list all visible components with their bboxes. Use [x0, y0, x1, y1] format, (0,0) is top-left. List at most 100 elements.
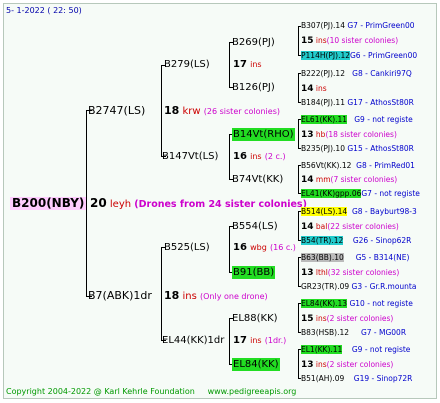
- gen1-info-upper: 18 krw (26 sister colonies): [164, 104, 280, 118]
- gen4-queen[interactable]: P114H(PJ).12: [301, 51, 350, 60]
- gen4-ref: G7 - not registe: [361, 189, 420, 198]
- gen1-unit: krw: [182, 106, 201, 117]
- gen4-age: 13: [301, 268, 314, 278]
- gen2-info: 16 wbg (16 c.): [233, 241, 296, 254]
- gen3-queen[interactable]: B554(LS): [232, 220, 278, 233]
- gen2-queen[interactable]: B525(LS): [164, 241, 210, 254]
- gen2-queen[interactable]: EL44(KK)1dr: [162, 334, 224, 347]
- gen4-queen[interactable]: B83(HSB).12: [301, 328, 349, 337]
- gen4-unit: ins: [315, 314, 327, 323]
- gen3-bracket-5: [298, 211, 299, 241]
- gen4-ref: G9 - not registe: [354, 115, 413, 124]
- root-queen[interactable]: B200(NBY): [10, 197, 87, 210]
- gen4-ref: G17 - AthosSt80R: [347, 98, 414, 107]
- gen4-ref: G8 - Cankiri97Q: [352, 69, 412, 78]
- gen4-row: 15 ins(10 sister colonies): [301, 34, 398, 48]
- gen4-queen[interactable]: B307(PJ).14: [301, 21, 345, 30]
- gen4-queen[interactable]: EL84(KK).13: [301, 299, 348, 308]
- gen1-age: 18: [164, 289, 180, 302]
- gen4-queen[interactable]: B54(TR).12: [301, 236, 344, 245]
- gen4-note: (2 sister colonies): [326, 314, 394, 323]
- gen3-queen[interactable]: EL84(KK): [232, 358, 280, 371]
- gen4-unit: ins: [315, 36, 327, 45]
- gen4-row: B514(LS).14 G8 - Bayburt98-3: [301, 205, 417, 218]
- gen3-queen[interactable]: B269(PJ): [232, 36, 275, 49]
- gen1-note: (26 sister colonies): [203, 107, 280, 116]
- gen2-info: 17 ins (1dr.): [233, 334, 286, 347]
- gen4-note: (18 sister colonies): [325, 130, 397, 139]
- gen4-unit: ins: [315, 360, 327, 369]
- gen4-ref: G7 - MG00R: [360, 328, 407, 337]
- gen4-queen[interactable]: B56Vt(KK).12: [301, 161, 351, 170]
- gen4-age: 14: [301, 175, 314, 185]
- gen4-age: 15: [301, 314, 314, 324]
- gen4-queen[interactable]: B63(BB).10: [301, 253, 344, 262]
- gen4-row: B63(BB).10 G5 - B314(NE): [301, 251, 409, 264]
- gen2-info: 17 ins: [233, 58, 262, 71]
- gen4-row: B222(PJ).12 G8 - Cankiri97Q: [301, 67, 412, 80]
- gen2-bracket-2: [229, 134, 230, 180]
- gen4-unit: bal: [315, 222, 328, 231]
- gen4-unit: lthl: [315, 268, 328, 277]
- gen3-bracket-2: [298, 73, 299, 103]
- gen2-note: (1dr.): [264, 336, 287, 345]
- footer: Copyright 2004-2022 @ Karl Kehrle Founda…: [6, 385, 296, 398]
- gen3-queen[interactable]: B74Vt(KK): [232, 173, 283, 186]
- root-note: (Drones from 24 sister colonies): [134, 199, 307, 210]
- gen4-row: 15 ins(2 sister colonies): [301, 312, 393, 326]
- gen4-row: B54(TR).12 G26 - Sinop62R: [301, 234, 411, 247]
- site-link[interactable]: www.pedigreeapis.org: [208, 387, 297, 396]
- gen3-bracket-4: [298, 165, 299, 194]
- gen4-row: B235(PJ).10 G15 - AthosSt80R: [301, 142, 414, 155]
- copyright-text: Copyright 2004-2022 @ Karl Kehrle Founda…: [6, 387, 195, 396]
- gen2-age: 16: [233, 242, 247, 253]
- gen2-queen[interactable]: B147Vt(LS): [162, 150, 218, 163]
- gen4-queen[interactable]: B184(PJ).11: [301, 98, 345, 107]
- gen4-row: 13 lthl(32 sister colonies): [301, 266, 399, 280]
- gen2-unit: ins: [250, 60, 262, 69]
- gen4-row: 14 mm(7 sister colonies): [301, 173, 397, 187]
- gen4-row: EL41(KK)gpp.06G7 - not registe: [301, 187, 420, 200]
- root-mark: h: [124, 199, 132, 210]
- gen4-row: B184(PJ).11 G17 - AthosSt80R: [301, 96, 414, 109]
- gen1-queen-lower[interactable]: B7(ABK)1dr: [88, 289, 152, 302]
- gen4-row: 13 ins(2 sister colonies): [301, 358, 393, 372]
- gen4-unit: ins: [315, 84, 327, 93]
- gen4-age: 15: [301, 36, 314, 46]
- gen3-queen[interactable]: B91(BB): [232, 266, 276, 279]
- gen4-age: 13: [301, 360, 314, 370]
- gen2-age: 17: [233, 59, 247, 70]
- gen4-queen[interactable]: B514(LS).14: [301, 207, 348, 216]
- root-unit: ley: [109, 199, 125, 210]
- gen3-queen[interactable]: B14Vt(RHO): [232, 128, 295, 141]
- gen4-ref: G8 - Bayburt98-3: [351, 207, 417, 216]
- gen3-bracket-1: [298, 26, 299, 56]
- gen4-queen[interactable]: EL61(KK).11: [301, 115, 348, 124]
- gen4-ref: G7 - PrimGreen00: [347, 21, 415, 30]
- gen4-note: (2 sister colonies): [326, 360, 394, 369]
- gen4-queen[interactable]: B51(AH).09: [301, 374, 344, 383]
- gen1-queen-upper[interactable]: B2747(LS): [88, 104, 145, 117]
- gen1-unit: ins: [182, 291, 197, 302]
- gen4-row: EL61(KK).11 G9 - not registe: [301, 113, 413, 126]
- gen3-queen[interactable]: B126(PJ): [232, 81, 275, 94]
- gen4-ref: G8 - PrimRed01: [356, 161, 415, 170]
- gen4-ref: G10 - not registe: [349, 299, 413, 308]
- gen4-queen[interactable]: B235(PJ).10: [301, 144, 345, 153]
- gen4-row: 14 bal(22 sister colonies): [301, 220, 399, 234]
- gen1-age: 18: [164, 104, 180, 117]
- gen4-unit: hb: [315, 130, 326, 139]
- root-info: 20 leyh (Drones from 24 sister colonies): [90, 197, 307, 211]
- gen4-queen[interactable]: EL41(KK)gpp.06: [301, 189, 362, 198]
- gen4-age: 14: [301, 222, 314, 232]
- gen3-queen[interactable]: EL88(KK): [232, 312, 278, 325]
- gen3-bracket-8: [298, 349, 299, 379]
- gen4-queen[interactable]: GR23(TR).09: [301, 282, 349, 291]
- gen4-ref: G26 - Sinop62R: [352, 236, 412, 245]
- gen4-queen[interactable]: EL1(KK).11: [301, 345, 343, 354]
- gen4-note: (7 sister colonies): [330, 175, 398, 184]
- gen4-row: EL84(KK).13 G10 - not registe: [301, 297, 413, 310]
- gen2-queen[interactable]: B279(LS): [164, 58, 210, 71]
- gen1-note: (Only one drone): [200, 292, 268, 301]
- gen4-queen[interactable]: B222(PJ).12: [301, 69, 345, 78]
